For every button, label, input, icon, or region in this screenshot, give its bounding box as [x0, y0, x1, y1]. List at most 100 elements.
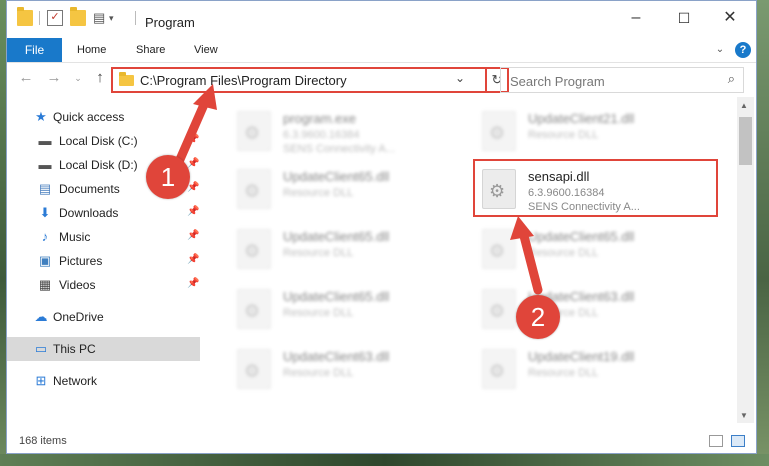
exe-file-icon [237, 111, 271, 151]
chevron-down-icon[interactable]: ▾ [109, 10, 125, 26]
sidebar-item-downloads[interactable]: ⬇ Downloads 📌 [7, 201, 200, 225]
search-box[interactable]: ⌕ [500, 67, 744, 93]
sidebar-item-music[interactable]: ♪ Music 📌 [7, 225, 200, 249]
sidebar-item-label: Downloads [59, 206, 119, 220]
sidebar-item-network[interactable]: ⊞ Network [7, 369, 200, 393]
network-icon: ⊞ [35, 373, 47, 388]
drive-icon: ▬ [38, 157, 52, 172]
sidebar-item-label: Network [53, 374, 98, 388]
dll-file-icon [237, 289, 271, 329]
pictures-icon: ▣ [38, 253, 52, 268]
close-button[interactable]: ✕ [721, 9, 739, 27]
help-icon[interactable]: ? [735, 42, 751, 58]
maximize-button[interactable]: ☐ [675, 9, 693, 27]
address-row: ← → ⌄ ↑ C:\Program Files\Program Directo… [7, 63, 756, 95]
sidebar-item-label: OneDrive [53, 310, 104, 324]
list-item[interactable]: UpdateClient65.dll Resource DLL [237, 163, 477, 213]
up-button[interactable]: ↑ [91, 69, 109, 87]
file-name: UpdateClient65.dll [283, 169, 390, 184]
recent-locations-button[interactable]: ⌄ [69, 69, 87, 87]
pin-icon: 📌 [187, 134, 200, 145]
file-list: program.exe 6.3.9600.16384 SENS Connecti… [207, 97, 732, 423]
sidebar-item-label: Local Disk (D:) [59, 158, 138, 172]
music-icon: ♪ [41, 229, 49, 244]
callout-1: 1 [146, 155, 190, 199]
list-item[interactable]: UpdateClient21.dll Resource DLL [482, 105, 722, 155]
desktop-background-right [755, 0, 769, 466]
dll-file-icon [482, 349, 516, 389]
back-button[interactable]: ← [17, 69, 35, 87]
downloads-icon: ⬇ [39, 205, 51, 220]
file-type: Resource DLL [283, 307, 354, 319]
file-type: Resource DLL [528, 367, 599, 379]
file-type: Resource DLL [528, 247, 599, 259]
dll-file-icon [237, 169, 271, 209]
list-item[interactable]: UpdateClient19.dll Resource DLL [482, 343, 722, 393]
scroll-down-arrow-icon[interactable]: ▼ [740, 411, 748, 420]
pin-icon: 📌 [187, 206, 200, 217]
tab-share[interactable]: Share [136, 38, 165, 62]
title-bar: ✓ ▤ ▾ Program – ☐ ✕ [7, 1, 756, 37]
item-count: 168 items [19, 435, 67, 447]
dll-file-icon [482, 229, 516, 269]
chevron-down-icon[interactable]: ⌄ [455, 71, 465, 85]
properties-icon[interactable]: ✓ [47, 10, 63, 26]
desktop-background-bottom [0, 454, 769, 466]
file-type: Resource DLL [528, 129, 599, 141]
sidebar-item-label: Quick access [53, 110, 125, 124]
sidebar-item-this-pc[interactable]: ▭ This PC [7, 337, 200, 361]
list-item[interactable]: program.exe 6.3.9600.16384 SENS Connecti… [237, 105, 477, 155]
tab-file[interactable]: File [7, 38, 62, 62]
minimize-button[interactable]: – [627, 9, 645, 27]
navigation-pane: ★ Quick access ▬ Local Disk (C:) 📌 ▬ Loc… [7, 97, 200, 423]
list-item[interactable]: UpdateClient63.dll Resource DLL [237, 343, 477, 393]
sidebar-item-label: Videos [59, 278, 96, 292]
divider [135, 11, 136, 25]
dll-file-icon [482, 111, 516, 151]
vertical-scrollbar[interactable]: ▲ ▼ [737, 97, 754, 423]
file-name: UpdateClient63.dll [283, 349, 390, 364]
sidebar-item-quick-access[interactable]: ★ Quick access [7, 105, 200, 129]
search-icon: ⌕ [727, 71, 735, 86]
sidebar-item-label: Music [59, 230, 91, 244]
list-item[interactable]: UpdateClient65.dll Resource DLL [482, 223, 722, 273]
expand-ribbon-icon[interactable]: ⌄ [712, 42, 728, 58]
star-icon: ★ [35, 109, 47, 124]
address-bar[interactable]: C:\Program Files\Program Directory ⌄ [111, 67, 487, 93]
details-view-button[interactable] [709, 435, 723, 447]
file-name: UpdateClient19.dll [528, 349, 635, 364]
sidebar-item-label: Pictures [59, 254, 103, 268]
scroll-up-arrow-icon[interactable]: ▲ [740, 101, 748, 110]
file-type: Resource DLL [283, 247, 354, 259]
explorer-window: ✓ ▤ ▾ Program – ☐ ✕ File Home Share View… [6, 0, 757, 454]
dll-file-icon [237, 349, 271, 389]
sidebar-item-videos[interactable]: ▦ Videos 📌 [7, 273, 200, 297]
pin-icon: 📌 [187, 230, 200, 241]
file-name: UpdateClient65.dll [283, 229, 390, 244]
callout-2: 2 [516, 295, 560, 339]
videos-icon: ▦ [38, 277, 52, 292]
folder-icon [119, 72, 134, 86]
scrollbar-thumb[interactable] [739, 117, 752, 165]
forward-button[interactable]: → [45, 69, 63, 87]
search-input[interactable] [508, 69, 712, 93]
sidebar-item-label: Documents [59, 182, 120, 196]
file-description: SENS Connectivity A... [283, 143, 395, 155]
drive-icon: ▬ [38, 133, 52, 148]
sidebar-item-pictures[interactable]: ▣ Pictures 📌 [7, 249, 200, 273]
sidebar-item-label: Local Disk (C:) [59, 134, 138, 148]
tab-home[interactable]: Home [77, 38, 106, 62]
file-name: UpdateClient65.dll [283, 289, 390, 304]
list-item[interactable]: UpdateClient65.dll Resource DLL [237, 283, 477, 333]
new-folder-icon[interactable] [70, 7, 86, 26]
sidebar-item-local-disk-c[interactable]: ▬ Local Disk (C:) 📌 [7, 129, 200, 153]
file-type: Resource DLL [283, 367, 354, 379]
list-item[interactable]: UpdateClient65.dll Resource DLL [237, 223, 477, 273]
customize-toolbar-icon[interactable]: ▤ [93, 10, 109, 26]
tab-view[interactable]: View [194, 38, 218, 62]
folder-icon [17, 7, 33, 26]
sidebar-item-onedrive[interactable]: ☁ OneDrive [7, 305, 200, 329]
file-highlight-box [473, 159, 718, 217]
large-icons-view-button[interactable] [731, 435, 745, 447]
computer-icon: ▭ [34, 341, 48, 356]
